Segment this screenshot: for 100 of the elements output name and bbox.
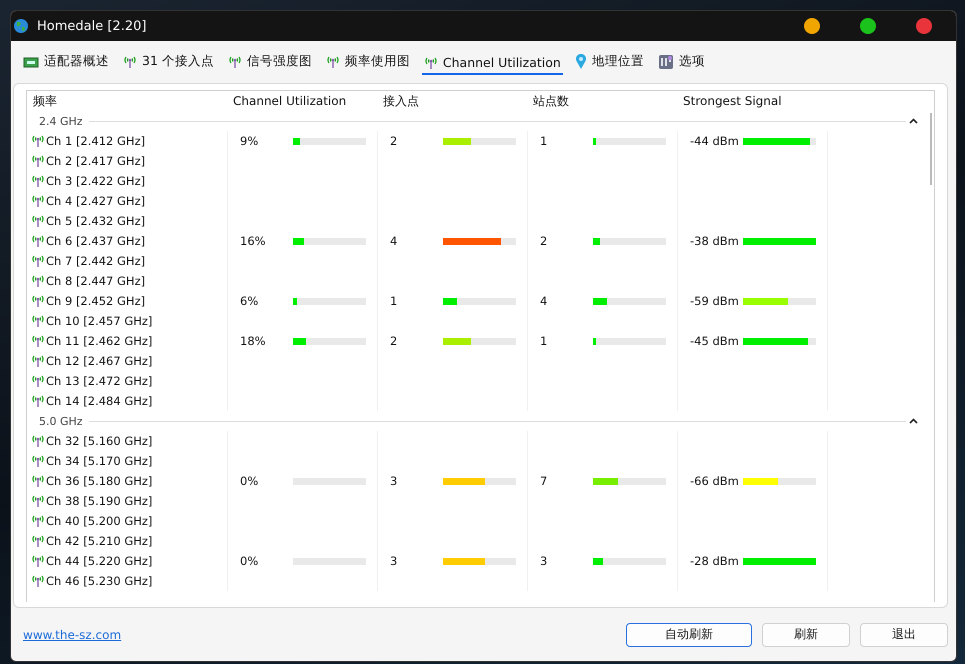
column-header[interactable]: 接入点 <box>377 91 527 111</box>
cell-value: -45 dBm <box>690 334 740 348</box>
cell-value: 2 <box>390 134 398 148</box>
channel-name: Ch 3 [2.422 GHz] <box>46 174 146 188</box>
antenna-icon <box>31 514 45 528</box>
cell-value: 0% <box>240 554 260 568</box>
antenna-icon <box>123 54 137 68</box>
antenna-icon <box>31 574 45 588</box>
channel-name: Ch 13 [2.472 GHz] <box>46 374 152 388</box>
channel-name: Ch 34 [5.170 GHz] <box>46 454 152 468</box>
window-control[interactable] <box>804 18 820 34</box>
tab[interactable]: Channel Utilization <box>422 55 563 75</box>
tab[interactable]: 31 个接入点 <box>121 53 216 75</box>
footer-button[interactable]: 自动刷新 <box>626 622 752 646</box>
cell-value: -28 dBm <box>690 554 740 568</box>
antenna-icon <box>31 334 45 348</box>
antenna-icon <box>424 56 438 70</box>
footer-button[interactable]: 刷新 <box>762 622 850 646</box>
cell-value: 0% <box>240 474 260 488</box>
cell-value: 7 <box>540 474 548 488</box>
antenna-icon <box>31 354 45 368</box>
options-icon <box>658 54 674 70</box>
channel-name: Ch 4 [2.427 GHz] <box>46 194 146 208</box>
tab[interactable]: 频率使用图 <box>324 53 412 75</box>
cell-value: 4 <box>390 234 398 248</box>
antenna-icon <box>31 434 45 448</box>
globe-icon <box>13 18 29 34</box>
collapse-icon[interactable] <box>909 418 918 424</box>
channel-name: Ch 1 [2.412 GHz] <box>46 134 146 148</box>
cell-value: 2 <box>540 234 548 248</box>
channel-name: Ch 14 [2.484 GHz] <box>46 394 152 408</box>
antenna-icon <box>31 134 45 148</box>
pin-icon <box>574 54 587 70</box>
antenna-icon <box>31 254 45 268</box>
tab[interactable]: 地理位置 <box>572 53 646 75</box>
antenna-icon <box>31 274 45 288</box>
cell-value: 1 <box>540 334 548 348</box>
channel-name: Ch 42 [5.210 GHz] <box>46 534 152 548</box>
channel-name: Ch 11 [2.462 GHz] <box>46 334 152 348</box>
antenna-icon <box>31 294 45 308</box>
channel-name: Ch 2 [2.417 GHz] <box>46 154 146 168</box>
channel-name: Ch 8 [2.447 GHz] <box>46 274 146 288</box>
antenna-icon <box>228 54 242 68</box>
channel-name: Ch 44 [5.220 GHz] <box>46 554 152 568</box>
channel-name: Ch 10 [2.457 GHz] <box>46 314 152 328</box>
cell-value: -66 dBm <box>690 474 740 488</box>
cell-value: 3 <box>540 554 548 568</box>
cell-value: 16% <box>240 234 267 248</box>
tab[interactable]: 适配器概述 <box>21 53 111 75</box>
channel-name: Ch 40 [5.200 GHz] <box>46 514 152 528</box>
cell-value: 3 <box>390 474 398 488</box>
antenna-icon <box>31 494 45 508</box>
cell-value: 2 <box>390 334 398 348</box>
antenna-icon <box>31 474 45 488</box>
tab[interactable]: 信号强度图 <box>226 53 314 75</box>
cell-value: -38 dBm <box>690 234 740 248</box>
channel-name: Ch 38 [5.190 GHz] <box>46 494 152 508</box>
channel-name: Ch 12 [2.467 GHz] <box>46 354 152 368</box>
cell-value: 3 <box>390 554 398 568</box>
antenna-icon <box>31 314 45 328</box>
group-header[interactable]: 5.0 GHz <box>39 414 83 428</box>
channel-name: Ch 9 [2.452 GHz] <box>46 294 146 308</box>
channel-name: Ch 7 [2.442 GHz] <box>46 254 146 268</box>
antenna-icon <box>31 394 45 408</box>
footer-button[interactable]: 退出 <box>860 622 948 646</box>
channel-name: Ch 5 [2.432 GHz] <box>46 214 146 228</box>
cell-value: 1 <box>390 294 398 308</box>
window-control[interactable] <box>860 18 876 34</box>
collapse-icon[interactable] <box>909 118 918 124</box>
channel-name: Ch 32 [5.160 GHz] <box>46 434 152 448</box>
card-icon <box>23 56 39 68</box>
cell-value: -59 dBm <box>690 294 740 308</box>
cell-value: 1 <box>540 134 548 148</box>
cell-value: -44 dBm <box>690 134 740 148</box>
column-header[interactable]: 频率 <box>27 91 227 111</box>
window-title: Homedale [2.20] <box>37 18 146 34</box>
antenna-icon <box>31 234 45 248</box>
antenna-icon <box>31 554 45 568</box>
antenna-icon <box>31 154 45 168</box>
antenna-icon <box>31 214 45 228</box>
scrollbar[interactable] <box>930 113 932 185</box>
group-header[interactable]: 2.4 GHz <box>39 114 83 128</box>
antenna-icon <box>31 374 45 388</box>
channel-name: Ch 6 [2.437 GHz] <box>46 234 146 248</box>
antenna-icon <box>31 194 45 208</box>
column-header[interactable]: Strongest Signal <box>677 91 827 111</box>
antenna-icon <box>31 174 45 188</box>
website-link[interactable]: www.the-sz.com <box>23 628 122 642</box>
channel-name: Ch 46 [5.230 GHz] <box>46 574 152 588</box>
channel-name: Ch 36 [5.180 GHz] <box>46 474 152 488</box>
cell-value: 18% <box>240 334 267 348</box>
antenna-icon <box>326 54 340 68</box>
cell-value: 4 <box>540 294 548 308</box>
tab[interactable]: 选项 <box>656 53 707 75</box>
column-header[interactable]: Channel Utilization <box>227 91 377 111</box>
antenna-icon <box>31 454 45 468</box>
cell-value: 9% <box>240 134 260 148</box>
column-header[interactable]: 站点数 <box>527 91 677 111</box>
window-control[interactable] <box>916 18 932 34</box>
cell-value: 6% <box>240 294 260 308</box>
